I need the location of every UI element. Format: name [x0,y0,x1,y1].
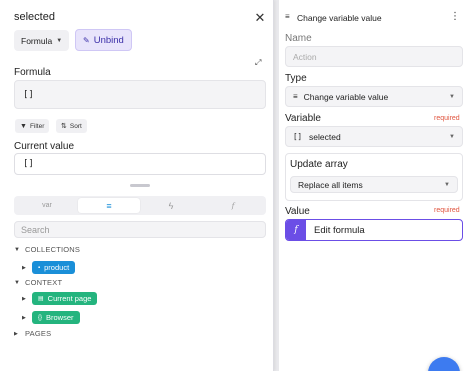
variable-value: selected [309,131,341,142]
chevron-down-icon: ▼ [56,37,63,44]
action-config-panel: ≡ Change variable value ⋮ Name Action Ty… [279,0,474,371]
type-label: Type [285,73,307,84]
type-select[interactable]: ≡ Change variable value ▼ [285,86,463,107]
caret-right-icon: ▶ [22,314,26,321]
update-array-value: Replace all items [298,179,363,190]
update-array-label: Update array [290,159,348,170]
update-array-select[interactable]: Replace all items ▼ [290,176,458,193]
function-icon: f [286,220,306,240]
tab-workflows[interactable]: ϟ [140,198,202,213]
formula-input[interactable]: [] [14,80,266,109]
caret-right-icon: ▶ [14,330,19,337]
formula-label: Formula [14,67,51,78]
tree-section-collections[interactable]: ▼ COLLECTIONS [14,245,80,254]
browser-tag[interactable]: {} Browser [32,311,80,324]
panel-title: selected [14,11,55,23]
tree-item-browser[interactable]: ▶ {} Browser [22,311,80,324]
function-icon: f [231,201,235,210]
caret-right-icon: ▶ [22,264,26,271]
filter-button[interactable]: ▼ Filter [15,119,50,133]
sort-label: Sort [69,122,82,130]
resize-handle[interactable] [130,184,150,187]
expand-icon[interactable]: ⤢ [255,58,261,68]
filter-label: Filter [29,122,45,130]
tab-variables-label: var [42,202,52,209]
caret-right-icon: ▶ [22,295,26,302]
filter-icon: ▼ [20,122,27,130]
caret-down-icon: ▼ [14,279,21,286]
code-icon: {} [38,314,43,321]
unbind-label: Unbind [93,34,124,46]
variable-label: Variable [285,113,321,124]
chevron-down-icon: ▼ [449,93,455,100]
variable-select[interactable]: [] selected ▼ [285,126,463,147]
search-input[interactable]: Search [14,221,266,238]
sort-icon: ⇅ [61,123,67,130]
current-page-tag[interactable]: ▤ Current page [32,292,98,305]
context-label: CONTEXT [25,278,63,287]
search-placeholder: Search [21,224,50,235]
current-value-box: [] [14,153,266,175]
unbind-button[interactable]: ✎ Unbind [75,29,132,51]
source-tabs: var ≡ ϟ f [14,196,266,215]
name-label: Name [285,33,312,44]
update-array-group: Update array Replace all items ▼ [285,153,463,201]
sort-button[interactable]: ⇅ Sort [56,119,87,133]
edit-formula-button[interactable]: f Edit formula [285,219,463,241]
mode-dropdown-label: Formula [21,35,53,46]
pages-label: PAGES [25,329,52,338]
current-value-label: Current value [14,141,75,152]
tree-item-product[interactable]: ▶ ▪ product [22,261,76,274]
name-input[interactable]: Action [285,46,463,67]
value-required: required [434,207,460,214]
product-tag[interactable]: ▪ product [32,261,76,274]
tab-functions[interactable]: f [202,198,264,213]
formula-editor-panel: selected ✕ Formula ▼ ✎ Unbind Formula ⤢ … [0,0,274,371]
database-icon: ▪ [38,264,41,271]
browser-label: Browser [46,313,74,322]
chevron-down-icon: ▼ [444,181,450,188]
array-icon: [] [293,132,303,141]
caret-down-icon: ▼ [14,246,21,253]
database-icon: ≡ [293,92,298,101]
unlink-icon: ✎ [83,35,90,45]
tab-variables[interactable]: var [16,198,78,213]
tab-collections[interactable]: ≡ [78,198,140,213]
tree-item-current-page[interactable]: ▶ ▤ Current page [22,292,98,305]
collections-label: COLLECTIONS [25,245,81,254]
edit-formula-label: Edit formula [314,224,365,236]
variable-required: required [434,115,460,122]
action-header-title: Change variable value [297,13,382,23]
value-label: Value [285,206,310,217]
database-icon: ≡ [106,200,112,211]
formula-value: [] [23,89,34,100]
tree-section-pages[interactable]: ▶ PAGES [14,329,51,338]
current-page-label: Current page [47,294,92,303]
close-icon[interactable]: ✕ [253,11,267,24]
more-options-icon[interactable]: ⋮ [450,11,460,22]
product-label: product [44,263,70,272]
tree-section-context[interactable]: ▼ CONTEXT [14,278,62,287]
flash-icon: ϟ [168,200,174,211]
page-icon: ▤ [38,296,44,302]
database-icon: ≡ [285,12,290,21]
mode-dropdown[interactable]: Formula ▼ [14,30,70,51]
type-value: Change variable value [303,91,389,102]
name-placeholder: Action [293,51,317,62]
chevron-down-icon: ▼ [449,133,455,140]
current-value: [] [23,159,34,169]
